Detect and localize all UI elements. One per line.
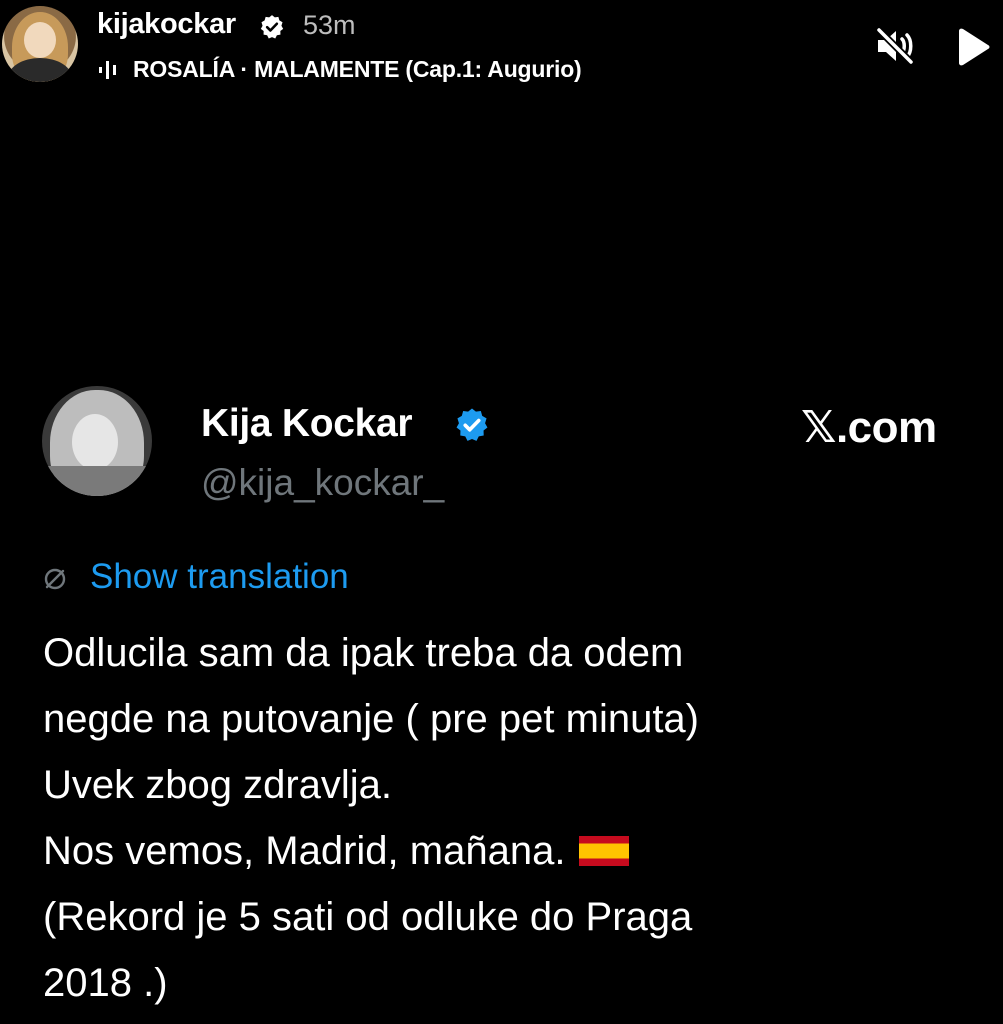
verified-blue-icon bbox=[456, 408, 488, 441]
tweet-line: Uvek zbog zdravlja. bbox=[43, 763, 393, 807]
story-header: kijakockar 53m ROSALÍA · MALAMENTE (Cap.… bbox=[0, 0, 1003, 100]
tweet-display-name[interactable]: Kija Kockar bbox=[201, 402, 413, 446]
x-com-label: 𝕏.com bbox=[801, 403, 937, 452]
tweet-avatar[interactable] bbox=[42, 386, 152, 496]
tweet-avatar-shoulders bbox=[42, 466, 152, 496]
tweet-handle[interactable]: @kija_kockar_ bbox=[201, 462, 444, 504]
tweet-line: 2018 .) bbox=[43, 961, 168, 1005]
tweet-text: Odlucila sam da ipak treba da odem negde… bbox=[43, 620, 973, 1016]
show-translation-link[interactable]: Show translation bbox=[90, 557, 349, 597]
avatar-face bbox=[24, 22, 56, 58]
tweet-line-text: Nos vemos, Madrid, mañana. bbox=[43, 829, 566, 873]
play-icon[interactable] bbox=[955, 28, 991, 66]
tweet-line: Nos vemos, Madrid, mañana. bbox=[43, 818, 973, 884]
mute-icon[interactable] bbox=[872, 23, 918, 69]
verified-icon bbox=[260, 15, 284, 39]
story-avatar[interactable] bbox=[2, 6, 78, 82]
tweet-line: Odlucila sam da ipak treba da odem bbox=[43, 631, 684, 675]
tweet-line: (Rekord je 5 sati od odluke do Praga bbox=[43, 895, 693, 939]
translate-icon bbox=[44, 568, 66, 590]
tweet-avatar-face bbox=[72, 414, 118, 470]
story-username[interactable]: kijakockar bbox=[97, 8, 236, 41]
spain-flag-icon bbox=[579, 836, 630, 866]
music-track[interactable]: ROSALÍA · MALAMENTE (Cap.1: Augurio) bbox=[133, 56, 582, 83]
music-bars-icon bbox=[99, 61, 116, 79]
story-time: 53m bbox=[303, 10, 356, 40]
tweet-line: negde na putovanje ( pre pet minuta) bbox=[43, 697, 699, 741]
